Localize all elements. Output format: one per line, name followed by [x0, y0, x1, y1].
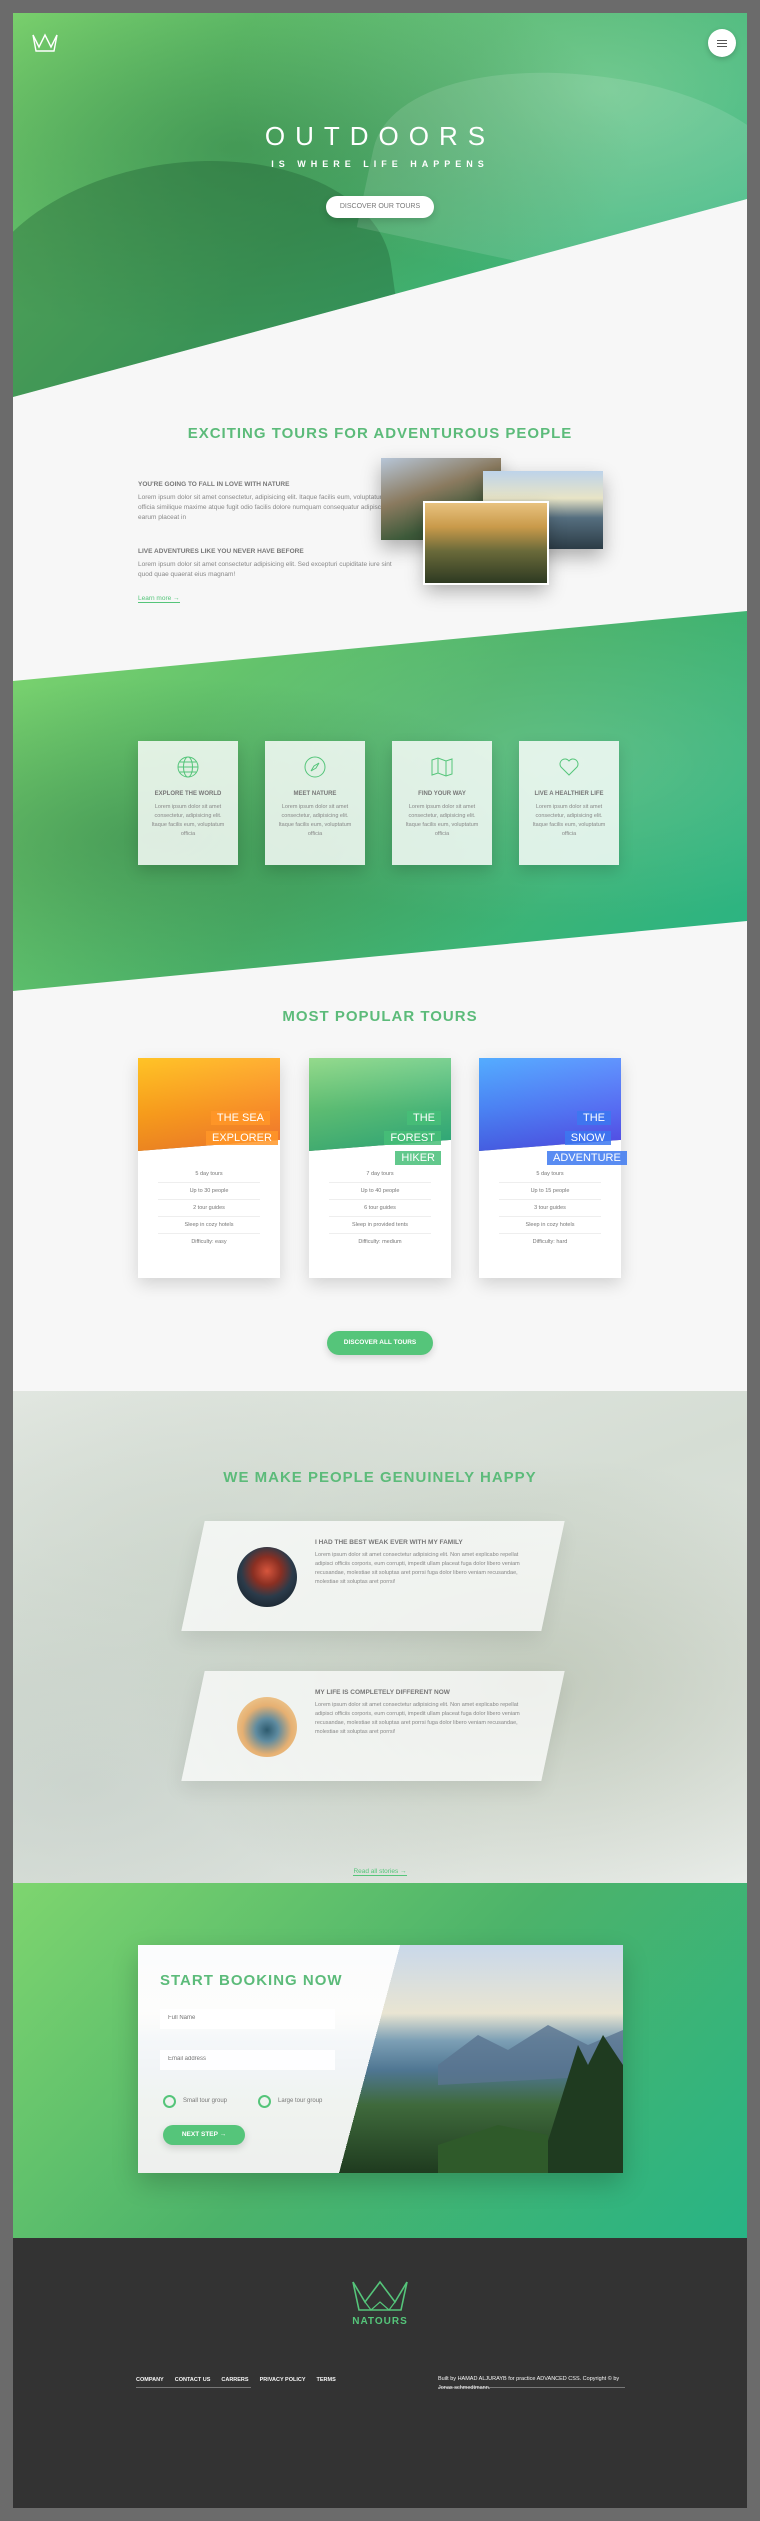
footer-link-contact[interactable]: CONTACT US: [175, 2377, 211, 2383]
story-card-2: MY LIFE IS COMPLETELY DIFFERENT NOW Lore…: [181, 1671, 565, 1781]
stories-section: [13, 1391, 747, 1883]
list-item: Up to 30 people: [158, 1183, 260, 1200]
crown-logo-icon[interactable]: [349, 2276, 411, 2312]
about-title: EXCITING TOURS FOR ADVENTUROUS PEOPLE: [187, 425, 573, 442]
list-item: Difficulty: easy: [191, 1239, 227, 1245]
stories-title: WE MAKE PEOPLE GENUINELY HAPPY: [223, 1469, 537, 1486]
about-heading-1: YOU'RE GOING TO FALL IN LOVE WITH NATURE: [138, 481, 290, 488]
feature-text: Lorem ipsum dolor sit amet consectetur, …: [405, 804, 479, 837]
story-text: Lorem ipsum dolor sit amet consectetur a…: [315, 1702, 520, 1735]
story-heading: MY LIFE IS COMPLETELY DIFFERENT NOW: [315, 1689, 450, 1696]
page: OUTDOORS IS WHERE LIFE HAPPENS DISCOVER …: [13, 13, 747, 2508]
features-section: [13, 611, 747, 991]
feature-text: Lorem ipsum dolor sit amet consectetur, …: [151, 804, 225, 837]
booking-title: START BOOKING NOW: [160, 1972, 343, 1989]
list-item: 3 tour guides: [499, 1200, 601, 1217]
list-item: Difficulty: medium: [358, 1239, 402, 1245]
hamburger-menu-icon: [717, 42, 727, 44]
list-item: Sleep in provided tents: [329, 1217, 431, 1234]
tour-card-sea[interactable]: THE SEA EXPLORER 5 day tours Up to 30 pe…: [138, 1058, 280, 1278]
tours-title: MOST POPULAR TOURS: [282, 1008, 478, 1025]
large-group-radio[interactable]: [258, 2095, 271, 2108]
tour-card-heading: THE SEA EXPLORER: [206, 1108, 278, 1148]
tour-details-list: 7 day tours Up to 40 people 6 tour guide…: [329, 1166, 431, 1251]
avatar: [237, 1547, 297, 1607]
menu-button[interactable]: [708, 29, 736, 57]
list-item: Sleep in cozy hotels: [499, 1217, 601, 1234]
small-group-radio[interactable]: [163, 2095, 176, 2108]
compass-icon: [304, 756, 326, 778]
story-heading: I HAD THE BEST WEAK EVER WITH MY FAMILY: [315, 1539, 463, 1546]
feature-box-explore: EXPLORE THE WORLD Lorem ipsum dolor sit …: [138, 741, 238, 865]
list-item: Difficulty: hard: [532, 1239, 568, 1245]
next-step-button[interactable]: NEXT STEP →: [163, 2125, 245, 2145]
list-item: 7 day tours: [329, 1166, 431, 1183]
footer-link-privacy[interactable]: PRIVACY POLICY: [260, 2377, 306, 2383]
list-item: Sleep in cozy hotels: [158, 1217, 260, 1234]
feature-text: Lorem ipsum dolor sit amet consectetur, …: [532, 804, 606, 837]
heart-icon: [559, 758, 579, 776]
learn-more-link[interactable]: Learn more →: [138, 595, 180, 603]
discover-tours-button[interactable]: DISCOVER OUR TOURS: [326, 196, 434, 218]
feature-box-nature: MEET NATURE Lorem ipsum dolor sit amet c…: [265, 741, 365, 865]
composition-photo-3[interactable]: [423, 501, 549, 585]
about-heading-2: LIVE ADVENTURES LIKE YOU NEVER HAVE BEFO…: [138, 548, 304, 555]
tour-details-list: 5 day tours Up to 30 people 2 tour guide…: [158, 1166, 260, 1251]
about-paragraph-1: Lorem ipsum dolor sit amet consectetur, …: [138, 494, 386, 521]
large-group-label[interactable]: Large tour group: [278, 2098, 322, 2104]
story-card-1: I HAD THE BEST WEAK EVER WITH MY FAMILY …: [181, 1521, 565, 1631]
footer-link-terms[interactable]: TERMS: [317, 2377, 336, 2383]
about-paragraph-2: Lorem ipsum dolor sit amet consectetur a…: [138, 561, 392, 578]
story-text: Lorem ipsum dolor sit amet consectetur a…: [315, 1552, 520, 1585]
map-icon: [431, 757, 453, 777]
footer-brand: NATOURS: [352, 2316, 408, 2327]
tour-card-snow[interactable]: THE SNOW ADVENTURE 5 day tours Up to 15 …: [479, 1058, 627, 1278]
tour-card-forest[interactable]: THE FOREST HIKER 7 day tours Up to 40 pe…: [309, 1058, 451, 1278]
hero-title: OUTDOORS: [264, 121, 496, 151]
tour-details-list: 5 day tours Up to 15 people 3 tour guide…: [499, 1166, 601, 1251]
landscape-illustration: [438, 2025, 623, 2173]
feature-text: Lorem ipsum dolor sit amet consectetur, …: [278, 804, 352, 837]
list-item: 5 day tours: [158, 1166, 260, 1183]
footer-link-company[interactable]: COMPANY: [136, 2377, 164, 2383]
full-name-input[interactable]: [160, 2009, 335, 2029]
list-item: 2 tour guides: [158, 1200, 260, 1217]
discover-all-tours-button[interactable]: DISCOVER ALL TOURS: [327, 1331, 433, 1355]
feature-box-health: LIVE A HEALTHIER LIFE Lorem ipsum dolor …: [519, 741, 619, 865]
tour-card-heading: THE FOREST HIKER: [377, 1108, 441, 1168]
list-item: 6 tour guides: [329, 1200, 431, 1217]
footer-nav: COMPANY CONTACT US CARRERS PRIVACY POLIC…: [136, 2377, 336, 2383]
feature-title: LIVE A HEALTHIER LIFE: [534, 791, 604, 797]
footer-divider: [136, 2387, 251, 2388]
feature-title: FIND YOUR WAY: [418, 791, 466, 797]
list-item: Up to 15 people: [499, 1183, 601, 1200]
hero-subtitle: IS WHERE LIFE HAPPENS: [271, 159, 489, 169]
email-input[interactable]: [160, 2050, 335, 2070]
read-all-stories-link[interactable]: Read all stories →: [13, 1868, 747, 1876]
footer-copyright: Built by HAMAD ALJURAYB for practice ADV…: [438, 2376, 620, 2391]
list-item: 5 day tours: [499, 1166, 601, 1183]
footer-link-careers[interactable]: CARRERS: [221, 2377, 248, 2383]
avatar: [237, 1697, 297, 1757]
crown-logo-icon[interactable]: [31, 31, 59, 53]
tour-card-heading: THE SNOW ADVENTURE: [547, 1108, 627, 1168]
feature-box-way: FIND YOUR WAY Lorem ipsum dolor sit amet…: [392, 741, 492, 865]
globe-icon: [177, 756, 199, 778]
feature-title: MEET NATURE: [293, 791, 337, 797]
feature-title: EXPLORE THE WORLD: [154, 791, 222, 797]
small-group-label[interactable]: Small tour group: [183, 2098, 227, 2104]
list-item: Up to 40 people: [329, 1183, 431, 1200]
